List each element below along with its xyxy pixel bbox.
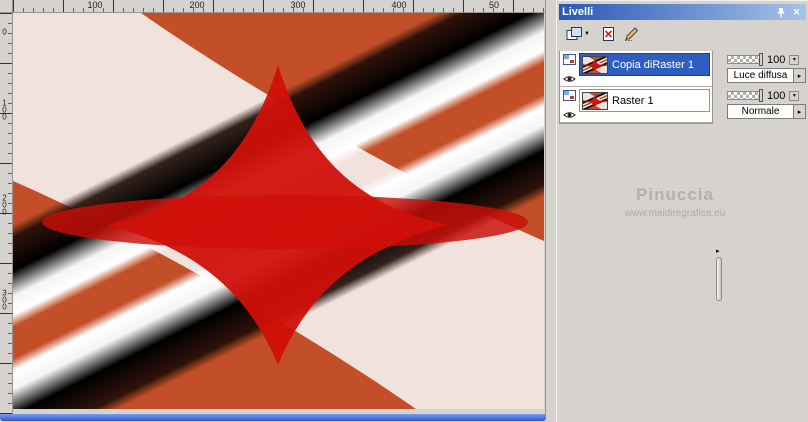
splitter-handle[interactable] [716, 257, 722, 301]
ruler-label: 100 [87, 0, 103, 10]
ruler-label: 400 [391, 0, 407, 10]
blend-dropdown-arrow-icon[interactable]: ▸ [794, 104, 806, 119]
raster-layer-icon [563, 54, 576, 65]
ruler-corner [0, 0, 13, 13]
new-layer-icon [566, 27, 583, 40]
delete-layer-button[interactable] [597, 23, 619, 45]
palette-title: Livelli [562, 6, 594, 18]
new-layer-button[interactable]: ▼ [563, 23, 593, 45]
layer-controls-group: 100 ▾ Normale ▸ [727, 87, 806, 123]
layer-thumbnail[interactable] [582, 55, 608, 74]
ruler-label: 200 [189, 0, 205, 10]
window-border [545, 0, 546, 414]
app-window: 100 200 300 400 50 0 100 200 300 Livelli… [0, 0, 808, 422]
opacity-menu-button[interactable]: ▾ [789, 54, 800, 65]
layer-row-main[interactable]: Copia diRaster 1 [579, 53, 710, 76]
edit-layer-icon [625, 27, 639, 41]
vertical-ruler: 0 100 200 300 [0, 13, 13, 414]
collapse-arrow-icon[interactable]: ▸ [716, 247, 720, 255]
active-window-border [0, 414, 546, 421]
layer-thumbnail[interactable] [582, 91, 608, 110]
blend-mode-select[interactable]: Normale [727, 104, 794, 119]
opacity-value: 100 [767, 89, 786, 102]
palette-splitter[interactable]: ▸ [714, 51, 725, 418]
visibility-eye-icon[interactable] [563, 71, 576, 82]
horizontal-ruler: 100 200 300 400 50 [13, 0, 546, 13]
opacity-menu-button[interactable]: ▾ [789, 90, 800, 101]
edit-selection-button[interactable] [621, 23, 643, 45]
ruler-label: 50 [488, 0, 500, 10]
pin-icon[interactable] [774, 6, 787, 19]
ruler-label: 300 [0, 288, 9, 310]
layers-palette: Livelli ✕ ▼ Copia diRaster 1 Raster 1 ▸ … [556, 0, 808, 422]
canvas-image[interactable] [13, 13, 544, 409]
layer-row-main[interactable]: Raster 1 [579, 89, 710, 112]
ruler-label: 100 [0, 98, 9, 120]
opacity-slider[interactable] [727, 53, 763, 66]
layer-name: Copia diRaster 1 [612, 58, 694, 71]
palette-toolbar: ▼ [559, 21, 806, 49]
delete-layer-icon [602, 27, 614, 41]
close-icon[interactable]: ✕ [790, 6, 803, 19]
watermark-name: Pinuccia [636, 185, 714, 204]
visibility-eye-icon[interactable] [563, 107, 576, 118]
watermark-url: www.maidiregrafica.eu [624, 208, 726, 219]
chevron-down-icon: ▼ [584, 31, 590, 37]
opacity-slider-thumb[interactable] [759, 53, 763, 66]
raster-layer-icon [563, 90, 576, 101]
opacity-slider[interactable] [727, 89, 763, 102]
ruler-label: 200 [0, 193, 9, 215]
layer-row-copia-diraster-1[interactable]: Copia diRaster 1 [560, 51, 712, 87]
layer-controls-group: 100 ▾ Luce diffusa ▸ [727, 51, 806, 87]
layer-name: Raster 1 [612, 94, 654, 107]
ruler-label: 0 [0, 27, 9, 35]
layer-row-raster-1[interactable]: Raster 1 [560, 87, 712, 123]
palette-titlebar[interactable]: Livelli ✕ [559, 4, 806, 20]
blend-mode-select[interactable]: Luce diffusa [727, 68, 794, 83]
layer-controls-column: 100 ▾ Luce diffusa ▸ 100 ▾ Normale ▸ [727, 51, 806, 123]
ruler-label: 300 [290, 0, 306, 10]
image-window: 100 200 300 400 50 0 100 200 300 [0, 0, 546, 414]
blend-dropdown-arrow-icon[interactable]: ▸ [794, 68, 806, 83]
watermark: Pinuccia www.maidiregrafica.eu [587, 185, 763, 219]
layers-list: Copia diRaster 1 Raster 1 [559, 51, 713, 124]
opacity-value: 100 [767, 53, 786, 66]
opacity-slider-thumb[interactable] [759, 89, 763, 102]
